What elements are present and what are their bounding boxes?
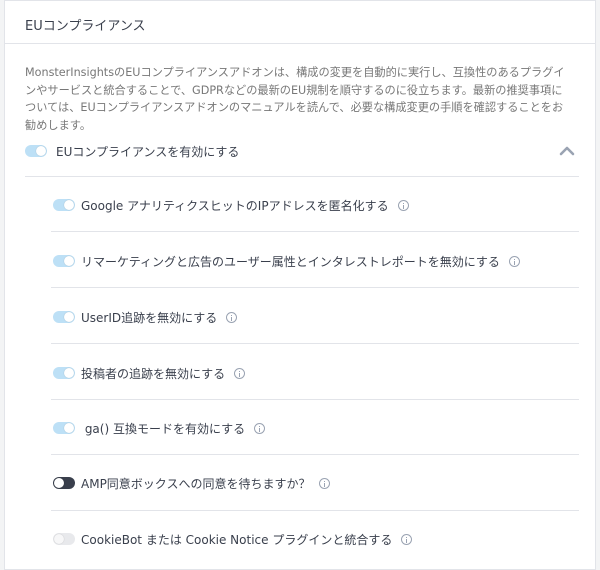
divider xyxy=(51,510,579,511)
toggle-knob xyxy=(36,146,46,156)
setting-label-text: Google アナリティクスヒットのIPアドレスを匿名化する xyxy=(81,199,389,213)
eu-compliance-panel: EUコンプライアンス MonsterInsightsのEUコンプライアンスアドオ… xyxy=(4,0,596,570)
setting-row-disable-userid: UserID追跡を無効にする xyxy=(51,306,579,328)
anonymize-ip-toggle[interactable] xyxy=(53,199,75,211)
disable-author-tracking-toggle[interactable] xyxy=(53,367,75,379)
disable-userid-toggle[interactable] xyxy=(53,311,75,323)
panel-description: MonsterInsightsのEUコンプライアンスアドオンは、構成の変更を自動… xyxy=(25,66,565,132)
toggle-knob xyxy=(64,368,74,378)
info-icon[interactable] xyxy=(397,200,409,211)
setting-label: UserID追跡を無効にする xyxy=(81,309,238,326)
setting-label: CookieBot または Cookie Notice プラグインと統合する xyxy=(81,531,413,548)
divider xyxy=(51,454,579,455)
toggle-knob xyxy=(64,312,74,322)
setting-label-text: CookieBot または Cookie Notice プラグインと統合する xyxy=(81,533,393,547)
ga-compat-toggle[interactable] xyxy=(53,422,75,434)
setting-label-text: AMP同意ボックスへの同意を待ちますか？ xyxy=(81,477,311,491)
info-icon[interactable] xyxy=(401,534,413,545)
setting-label-text: リマーケティングと広告のユーザー属性とインタレストレポートを無効にする xyxy=(81,255,500,269)
setting-row-ga-compat: ga() 互換モードを有効にする xyxy=(51,417,579,439)
chevron-up-icon[interactable] xyxy=(559,143,575,159)
setting-label-text: UserID追跡を無効にする xyxy=(81,311,218,325)
info-icon[interactable] xyxy=(226,312,238,323)
setting-label: リマーケティングと広告のユーザー属性とインタレストレポートを無効にする xyxy=(81,253,520,270)
toggle-knob xyxy=(64,200,74,210)
divider xyxy=(51,343,579,344)
info-icon[interactable] xyxy=(254,423,266,434)
master-toggle-row: EUコンプライアンスを有効にする xyxy=(25,141,575,163)
divider xyxy=(51,287,579,288)
toggle-knob xyxy=(64,256,74,266)
info-icon[interactable] xyxy=(508,256,520,267)
amp-consent-toggle[interactable] xyxy=(53,477,75,489)
divider xyxy=(25,176,579,177)
toggle-knob xyxy=(54,534,64,544)
setting-label-text: 投稿者の追跡を無効にする xyxy=(81,367,226,381)
info-icon[interactable] xyxy=(234,368,246,379)
panel-title: EUコンプライアンス xyxy=(5,1,595,44)
setting-row-amp-consent: AMP同意ボックスへの同意を待ちますか？ xyxy=(51,472,579,494)
setting-row-disable-author: 投稿者の追跡を無効にする xyxy=(51,362,579,384)
setting-label: 投稿者の追跡を無効にする xyxy=(81,365,246,382)
divider xyxy=(51,399,579,400)
setting-label: AMP同意ボックスへの同意を待ちますか？ xyxy=(81,475,331,492)
setting-label-text: ga() 互換モードを有効にする xyxy=(81,422,246,436)
setting-row-cookie-plugins: CookieBot または Cookie Notice プラグインと統合する xyxy=(51,528,579,550)
setting-label: Google アナリティクスヒットのIPアドレスを匿名化する xyxy=(81,197,409,214)
divider xyxy=(51,231,579,232)
toggle-knob xyxy=(54,478,64,488)
master-toggle-label: EUコンプライアンスを有効にする xyxy=(56,145,240,159)
disable-demographics-toggle[interactable] xyxy=(53,255,75,267)
toggle-knob xyxy=(64,423,74,433)
master-toggle[interactable] xyxy=(25,145,47,157)
setting-row-disable-demographics: リマーケティングと広告のユーザー属性とインタレストレポートを無効にする xyxy=(51,250,579,272)
cookie-plugin-toggle[interactable] xyxy=(53,533,75,545)
setting-label: ga() 互換モードを有効にする xyxy=(81,420,266,437)
info-icon[interactable] xyxy=(319,478,331,489)
setting-row-anonymize-ip: Google アナリティクスヒットのIPアドレスを匿名化する xyxy=(51,194,579,216)
